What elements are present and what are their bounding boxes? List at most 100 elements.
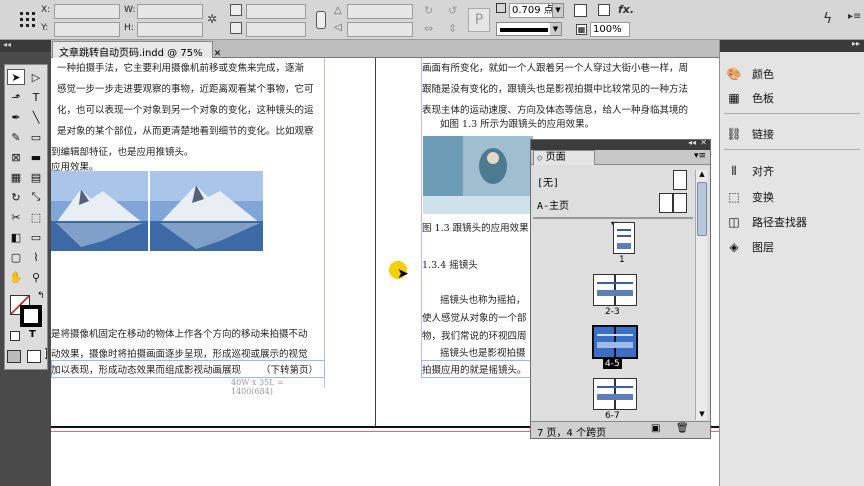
gradient-feather-tool-icon[interactable]: ▭	[27, 229, 45, 245]
opacity-icon: ▦	[576, 24, 587, 35]
delete-page-icon[interactable]: 🗑	[676, 423, 689, 434]
master-none-label: [无]	[537, 178, 560, 189]
panel-transform[interactable]: ⬚ 变换	[726, 187, 774, 207]
rectangle-frame-tool-icon[interactable]: ⊠	[7, 149, 25, 165]
shear-icon: ◁	[334, 22, 342, 33]
pages-panel-tab-row: ◇ 页面 ▾≡	[531, 150, 710, 165]
flip-vertical-icon[interactable]: ⇕	[448, 22, 464, 36]
table-tool-icon[interactable]: ▦	[7, 169, 25, 185]
collapse-panel-icon[interactable]: ◂◂	[688, 138, 696, 147]
pages-tab[interactable]: ◇ 页面	[533, 150, 595, 165]
swatches-icon: ▦	[728, 91, 740, 105]
master-none-row[interactable]: [无]	[533, 170, 691, 192]
figure-caption: 图 1.3 跟镜头的应用效果	[422, 223, 529, 234]
rectangle-tool-icon[interactable]: ▭	[27, 129, 45, 145]
scissors-tool-icon[interactable]: ✂	[7, 209, 25, 225]
mountain-image-2[interactable]	[150, 171, 263, 251]
page-tool-icon[interactable]: ⬏	[7, 89, 25, 105]
collapse-toolbox-icon[interactable]: ◂◂	[0, 40, 51, 52]
reference-p-icon[interactable]: P	[468, 8, 490, 32]
fx-effects-icon[interactable]: fx.	[618, 3, 634, 16]
button-tool-icon[interactable]: ▬	[27, 149, 45, 165]
line-tool-icon[interactable]: ╲	[27, 109, 45, 125]
link-scale-icon[interactable]	[316, 11, 326, 29]
document-tab[interactable]: 文章跳转自动页码.indd @ 75% ✕	[52, 41, 221, 59]
pages-scrollbar[interactable]: ▲ ▼	[695, 170, 707, 420]
panel-options-menu-icon[interactable]: ▾≡	[694, 151, 706, 161]
mountain-image-1[interactable]	[51, 171, 148, 251]
free-transform-tool-icon[interactable]: ⬚	[27, 209, 45, 225]
expand-dock-icon[interactable]: ▸▸	[852, 39, 860, 48]
panel-menu-icon[interactable]: ▸≡	[848, 11, 861, 22]
pathfinder-icon: ◫	[728, 215, 740, 229]
reference-point-icon[interactable]	[19, 11, 37, 29]
direct-selection-tool-icon[interactable]: ▷	[27, 69, 45, 85]
panel-links[interactable]: ⛓ 链接	[726, 124, 774, 144]
control-panel: X: Y: W: H: ✲ △ ◁ ↻ ↺ ⇔ ⇕ P 0.709 点 ▼ ▼ …	[0, 0, 864, 40]
rotation-field[interactable]	[347, 4, 413, 19]
mouse-cursor-icon: ➤	[397, 266, 409, 282]
master-a-right-thumbnail	[673, 193, 687, 213]
panel-align[interactable]: ⫴ 对齐	[726, 161, 774, 181]
scale-x-field[interactable]	[246, 4, 306, 19]
normal-view-icon[interactable]	[7, 350, 21, 363]
preview-view-icon[interactable]	[27, 350, 41, 363]
constrain-proportions-icon[interactable]: ✲	[207, 12, 221, 26]
swap-fill-stroke-icon[interactable]: ↰	[37, 291, 45, 301]
lightning-icon[interactable]: ϟ	[823, 11, 832, 27]
formatting-container-icon[interactable]	[10, 331, 20, 341]
page-count-status: 7 页，4 个跨页	[537, 428, 607, 439]
panel-swatches-label: 色板	[752, 92, 774, 105]
new-page-icon[interactable]: ▣	[651, 423, 660, 434]
rotate-90-cw-icon[interactable]: ↻	[424, 4, 440, 18]
view-mode-group	[5, 346, 45, 368]
panel-color[interactable]: 🎨 颜色	[726, 64, 774, 84]
zoom-tool-icon[interactable]: ⚲	[27, 269, 45, 285]
fill-checkbox-icon[interactable]	[574, 4, 587, 17]
panel-pathfinder[interactable]: ◫ 路径查找器	[726, 212, 807, 232]
y-field[interactable]	[54, 22, 120, 37]
follow-shot-image[interactable]	[423, 136, 533, 214]
spread-6-7-thumbnail[interactable]	[593, 378, 637, 410]
x-field[interactable]	[54, 4, 120, 19]
rotate-90-ccw-icon[interactable]: ↺	[448, 4, 464, 18]
rotate-tool-icon[interactable]: ↻	[7, 189, 25, 205]
object-style-icon[interactable]	[598, 4, 610, 16]
spread-1-thumbnail[interactable]	[613, 222, 635, 254]
grid-tool-icon[interactable]: ▤	[27, 169, 45, 185]
height-field[interactable]	[137, 22, 203, 37]
stroke-swatch-icon[interactable]	[20, 305, 42, 327]
formatting-text-icon[interactable]: T	[29, 329, 36, 340]
scale-y-icon[interactable]	[230, 22, 242, 34]
spread-1-label: 1	[619, 255, 625, 265]
pen-tool-icon[interactable]: ✒	[7, 109, 25, 125]
spread-2-3-thumbnail[interactable]	[593, 274, 637, 306]
x-label: X:	[41, 5, 51, 15]
panel-swatches[interactable]: ▦ 色板	[726, 88, 774, 108]
stroke-swatch-icon[interactable]	[496, 3, 506, 13]
scroll-thumb[interactable]	[697, 182, 707, 236]
selection-tool-icon[interactable]: ➤	[7, 69, 25, 85]
scale-y-field[interactable]	[246, 22, 306, 37]
stroke-type-select[interactable]: ▼	[496, 22, 562, 36]
hand-tool-icon[interactable]: ✋	[7, 269, 25, 285]
shear-field[interactable]	[347, 22, 413, 37]
note-tool-icon[interactable]: ▢	[7, 249, 25, 265]
scale-tool-icon[interactable]: ⤡	[27, 189, 45, 205]
scale-x-icon[interactable]	[230, 4, 242, 16]
flip-horizontal-icon[interactable]: ⇔	[424, 22, 440, 36]
type-tool-icon[interactable]: T	[27, 89, 45, 105]
scroll-up-icon[interactable]: ▲	[697, 170, 707, 180]
stroke-weight-dropdown-icon[interactable]: ▼	[552, 3, 564, 18]
master-a-row[interactable]: A-主页	[533, 193, 691, 215]
close-panel-icon[interactable]: ✕	[700, 138, 707, 147]
width-field[interactable]	[137, 4, 203, 19]
gradient-tool-icon[interactable]: ◧	[7, 229, 25, 245]
scroll-down-icon[interactable]: ▼	[697, 410, 707, 420]
opacity-field[interactable]: 100%	[590, 22, 630, 37]
eyedropper-tool-icon[interactable]: ⌇	[27, 249, 45, 265]
panel-layers[interactable]: ◈ 图层	[726, 237, 774, 257]
spread-4-5-thumbnail[interactable]	[592, 325, 638, 359]
pencil-tool-icon[interactable]: ✎	[7, 129, 25, 145]
spread-6-7-label: 6-7	[605, 411, 620, 421]
